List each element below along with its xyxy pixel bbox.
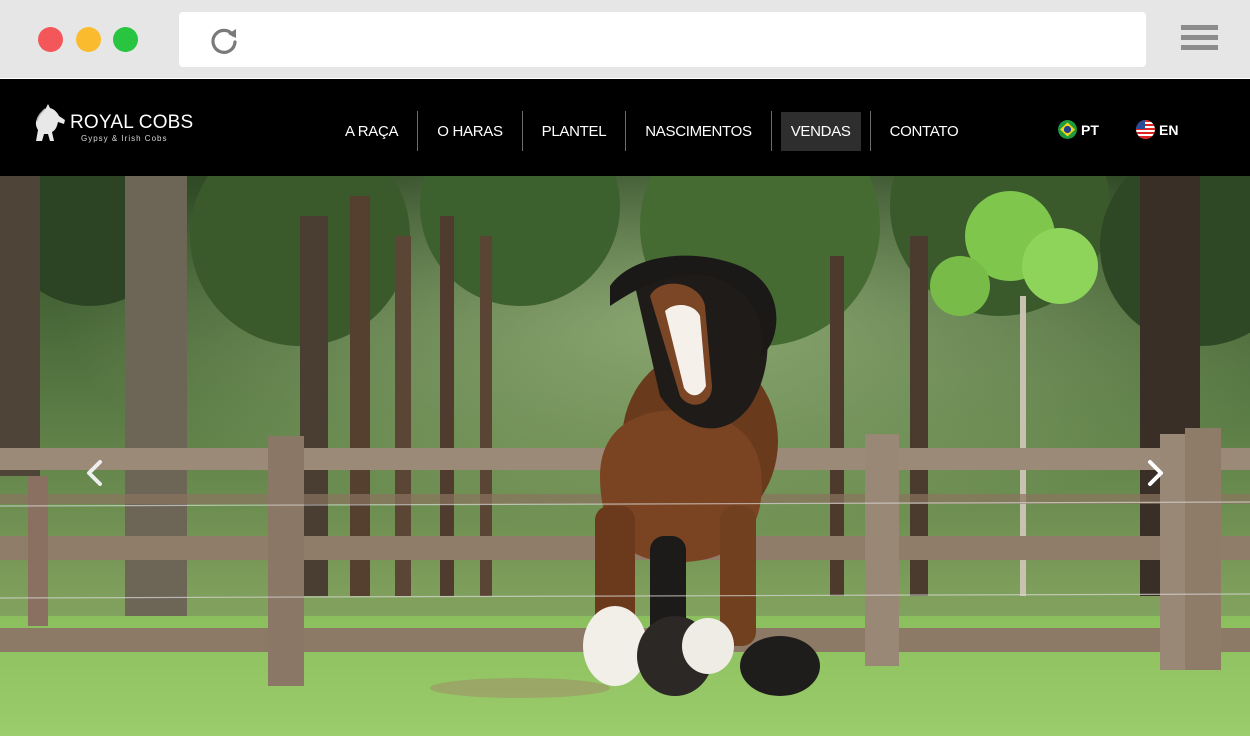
nav-item-o-haras[interactable]: O HARAS — [427, 112, 512, 151]
nav-item-contato[interactable]: CONTATO — [880, 112, 969, 151]
nav-item-a-raca[interactable]: A RAÇA — [335, 112, 408, 151]
logo-subtitle: Gypsy & Irish Cobs — [81, 134, 168, 143]
language-pt-button[interactable]: PT — [1058, 120, 1099, 139]
horse-logo-icon — [35, 104, 65, 141]
nav-divider — [869, 111, 871, 151]
nav-item-plantel[interactable]: PLANTEL — [532, 112, 617, 151]
nav-divider — [417, 111, 419, 151]
chevron-right-icon[interactable] — [1140, 458, 1170, 488]
browser-chrome — [0, 0, 1250, 78]
hero-slider — [0, 176, 1250, 736]
language-pt-label: PT — [1081, 121, 1099, 138]
minimize-window-button[interactable] — [76, 27, 101, 52]
chevron-left-icon[interactable] — [80, 458, 110, 488]
address-bar[interactable] — [179, 12, 1146, 67]
main-nav: A RAÇA O HARAS PLANTEL NASCIMENTOS VENDA… — [335, 111, 968, 151]
hero-image — [0, 176, 1250, 736]
logo-title: ROYAL COBS — [70, 112, 194, 133]
language-en-button[interactable]: EN — [1136, 120, 1178, 139]
nav-item-vendas[interactable]: VENDAS — [780, 111, 861, 151]
usa-flag-icon — [1136, 120, 1155, 139]
brazil-flag-icon — [1058, 120, 1077, 139]
maximize-window-button[interactable] — [113, 27, 138, 52]
hamburger-menu-icon[interactable] — [1181, 25, 1218, 55]
nav-divider — [770, 111, 772, 151]
reload-icon[interactable] — [209, 25, 239, 55]
nav-item-nascimentos[interactable]: NASCIMENTOS — [635, 112, 761, 151]
close-window-button[interactable] — [38, 27, 63, 52]
site-header: ROYAL COBS Gypsy & Irish Cobs A RAÇA O H… — [0, 79, 1250, 176]
nav-divider — [625, 111, 627, 151]
nav-divider — [521, 111, 523, 151]
language-en-label: EN — [1159, 121, 1179, 138]
site-logo[interactable]: ROYAL COBS Gypsy & Irish Cobs — [30, 103, 194, 145]
